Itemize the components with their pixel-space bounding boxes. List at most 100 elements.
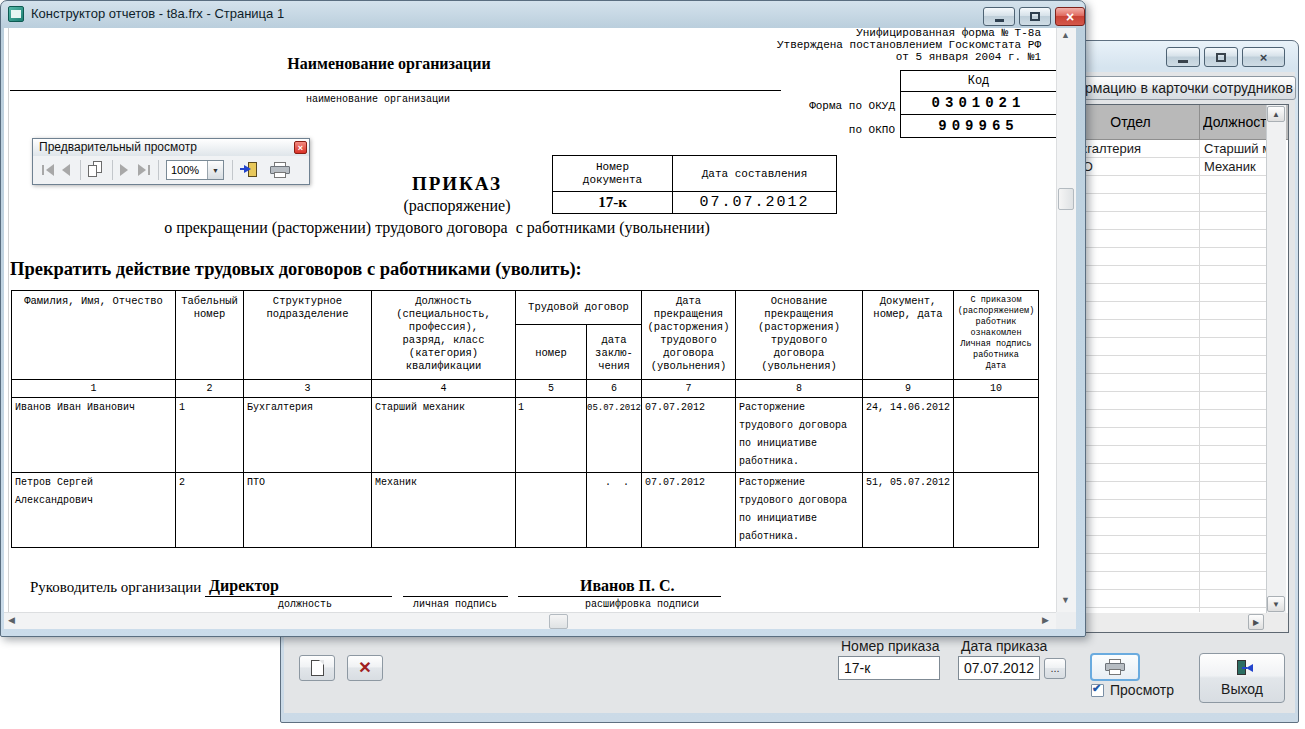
order-date-label: Дата приказа (961, 638, 1047, 654)
cell-term-date: 07.07.2012 (642, 473, 736, 548)
cell-position: Старший механик (372, 398, 516, 473)
cell-document: 51, 05.07.2012 (863, 473, 954, 548)
prev-page-icon[interactable] (62, 164, 72, 176)
cell-contract-date: . . (587, 473, 642, 548)
grid-cell-post-2[interactable]: Механик (1200, 158, 1266, 176)
report-window-icon (8, 6, 24, 22)
date-picker-button[interactable]: ... (1044, 658, 1066, 679)
order-subtitle: (распоряжение) (357, 197, 557, 215)
grid-column-divider (1199, 140, 1200, 612)
new-document-icon (311, 660, 324, 676)
col-header-term-date: Дата прекращения (расторжения) трудового… (642, 291, 736, 380)
cell-fio: Петров Сергей Александрович (12, 473, 176, 548)
form-note-line3: от 5 января 2004 г. №1 (690, 51, 1041, 63)
cell-contract-date: 05.07.2012 (587, 398, 642, 473)
preview-checkbox-label: Просмотр (1110, 682, 1174, 698)
doc-number-box: Номер документа Дата составления 17-к 07… (552, 155, 837, 214)
name-caption: расшифровка подписи (572, 599, 712, 610)
order-number-label: Номер приказа (841, 638, 939, 654)
cell-term-reason: Расторжение трудового договора по инициа… (736, 473, 863, 548)
grid-vscrollbar[interactable] (1266, 105, 1286, 613)
cell-document: 24, 14.06.2012 (863, 398, 954, 473)
col-header-fio: Фамилия, Имя, Отчество (12, 291, 176, 380)
preview-toolbar-title: Предварительный просмотр (39, 140, 197, 154)
order-date-input[interactable]: 07.07.2012 (958, 656, 1040, 680)
cell-acknowledge (954, 473, 1039, 548)
next-page-icon[interactable] (120, 164, 130, 176)
col-header-term-reason: Основание прекращения (расторжения) труд… (736, 291, 863, 380)
screen: { "main_window": { "title": "Конструктор… (0, 0, 1305, 729)
cell-contract-num: 1 (516, 398, 587, 473)
last-page-icon[interactable] (138, 164, 152, 176)
preview-vscrollbar[interactable] (1056, 28, 1076, 612)
report-minimize-button[interactable] (983, 7, 1015, 26)
pages-icon[interactable] (88, 161, 104, 178)
leader-name-value: Иванов П. С. (580, 577, 675, 595)
cell-term-date: 07.07.2012 (642, 398, 736, 473)
cell-division: ПТО (244, 473, 372, 548)
first-page-icon[interactable] (42, 164, 56, 176)
cell-tabnum: 2 (176, 473, 244, 548)
preview-scroll-up-icon[interactable]: ▲ (1061, 30, 1070, 40)
col-header-tabnum: Табельный номер (176, 291, 244, 380)
position-line (205, 596, 392, 597)
grid-scroll-right-icon[interactable]: ▶ (1248, 614, 1264, 630)
signature-line (403, 596, 508, 597)
col-num: 10 (954, 380, 1039, 398)
doc-date-value: 07.07.2012 (673, 192, 837, 214)
col-num: 8 (736, 380, 863, 398)
preview-checkbox[interactable]: ✔ (1091, 684, 1104, 697)
col-num: 2 (176, 380, 244, 398)
employees-minimize-button[interactable] (1166, 47, 1200, 67)
col-header-document: Документ, номер, дата (863, 291, 954, 380)
col-header-position: Должность (специальность, профессия), ра… (372, 291, 516, 380)
print-icon[interactable] (270, 162, 290, 178)
preview-hscrollbar[interactable] (4, 612, 1056, 629)
print-button[interactable] (1090, 653, 1140, 681)
zoom-combobox[interactable]: 100% ▼ (166, 160, 224, 180)
zoom-dropdown-button[interactable]: ▼ (207, 161, 223, 179)
exit-button[interactable]: Выход (1199, 653, 1285, 703)
grid-scroll-up-icon[interactable]: ▲ (1267, 106, 1285, 122)
col-num: 6 (587, 380, 642, 398)
preview-scroll-corner (1056, 612, 1076, 629)
preview-scroll-left-icon[interactable]: ◀ (8, 615, 15, 625)
report-close-button[interactable]: × (1055, 7, 1085, 26)
form-note-line1: Унифицированная форма № Т-8а (690, 27, 1041, 39)
preview-hscroll-thumb[interactable] (549, 614, 568, 629)
report-maximize-button[interactable] (1019, 7, 1051, 26)
grid-scroll-down-icon[interactable]: ▼ (1267, 596, 1285, 612)
col-header-contract: Трудовой договор (516, 291, 642, 325)
preview-scroll-right-icon[interactable]: ▶ (1042, 615, 1049, 625)
cell-contract-num (516, 473, 587, 548)
chevron-down-icon: ▼ (212, 167, 219, 174)
order-instruction-line: Прекратить действие трудовых договоров с… (10, 259, 582, 280)
org-name-value: Наименование организации (89, 55, 689, 73)
col-header-division: Структурное подразделение (244, 291, 372, 380)
cell-tabnum: 1 (176, 398, 244, 473)
toolbar-separator (232, 160, 233, 180)
toolbar-separator (158, 160, 159, 180)
col-header-contract-date: дата заклю- чения (587, 325, 642, 380)
col-header-contract-num: номер (516, 325, 587, 380)
preview-toolbar-close-button[interactable]: × (294, 141, 307, 154)
printer-icon (1105, 659, 1125, 675)
page-left-edge (8, 28, 9, 612)
grid-header-divider (1199, 105, 1200, 140)
delete-order-button[interactable]: ✕ (347, 655, 383, 681)
cell-term-reason: Расторжение трудового договора по инициа… (736, 398, 863, 473)
cell-division: Бухгалтерия (244, 398, 372, 473)
preview-scroll-down-icon[interactable]: ▼ (1061, 595, 1070, 605)
new-order-button[interactable] (299, 655, 335, 681)
employees-maximize-button[interactable] (1204, 47, 1238, 67)
order-about-line: о прекращении (расторжении) трудового до… (32, 219, 842, 237)
orders-table: Фамилия, Имя, Отчество Табельный номер С… (11, 290, 1039, 548)
order-number-input[interactable]: 17-к (838, 656, 940, 680)
grid-cell-post-1[interactable]: Старший механик (1200, 140, 1266, 158)
col-num: 4 (372, 380, 516, 398)
close-preview-icon[interactable] (240, 161, 258, 179)
employees-close-button[interactable]: × (1242, 47, 1285, 67)
delete-icon: ✕ (358, 660, 371, 676)
doc-date-header: Дата составления (673, 156, 837, 192)
preview-vscroll-thumb[interactable] (1058, 188, 1074, 210)
